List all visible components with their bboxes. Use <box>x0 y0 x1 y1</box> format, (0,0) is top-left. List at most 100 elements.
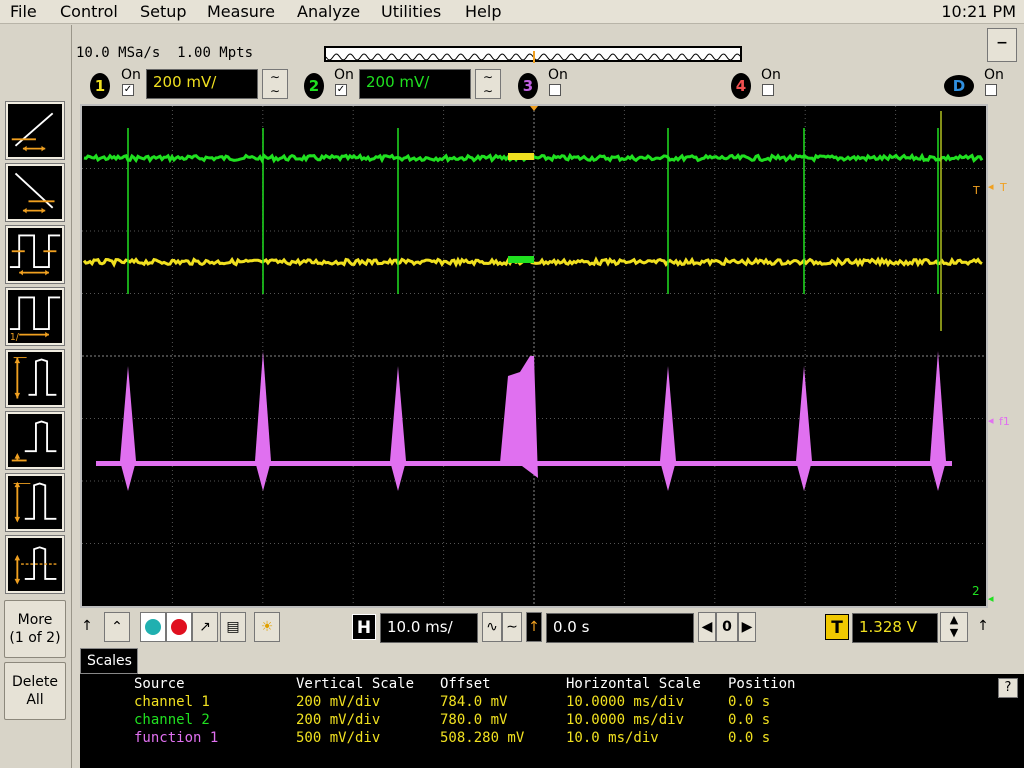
tab-scales[interactable]: Scales <box>80 648 138 674</box>
menu-analyze[interactable]: Analyze <box>297 2 360 21</box>
digital-checkbox[interactable] <box>985 84 997 96</box>
more-label: More <box>17 612 53 628</box>
time-scale-field[interactable]: 10.0 ms/ <box>380 613 478 643</box>
menu-file[interactable]: File <box>10 2 37 21</box>
row3-offset: 508.280 mV <box>440 730 525 746</box>
header-vertical-scale: Vertical Scale <box>296 676 415 692</box>
single-icon[interactable]: ↗ <box>192 612 218 642</box>
delete-sub-label: All <box>26 692 44 708</box>
delete-all-button[interactable]: Delete All <box>4 662 66 720</box>
maximum-button[interactable] <box>5 411 65 470</box>
memory-bar[interactable] <box>324 46 742 63</box>
rise-time-button[interactable] <box>5 101 65 160</box>
row2-offset: 780.0 mV <box>440 712 508 728</box>
digital-channels-badge[interactable]: D <box>944 75 974 97</box>
autoscale-icon[interactable]: ☀ <box>254 612 280 642</box>
row2-hscale: 10.0000 ms/div <box>566 712 685 728</box>
help-button[interactable]: ? <box>998 678 1018 698</box>
function-marker-label: f1 <box>999 415 1010 428</box>
average-button[interactable] <box>5 535 65 594</box>
function-spike <box>660 366 676 491</box>
run-icon[interactable] <box>140 612 166 642</box>
fall-time-button[interactable] <box>5 163 65 222</box>
channel-2-badge[interactable]: 2 <box>304 73 324 99</box>
function-spike <box>796 366 812 491</box>
channel-4-on-label: On <box>761 67 781 83</box>
horizontal-badge[interactable]: H <box>352 614 376 640</box>
channel-3-checkbox[interactable] <box>549 84 561 96</box>
digital-on-label: On <box>984 67 1004 83</box>
stop-icon[interactable] <box>166 612 192 642</box>
peak-to-peak-button[interactable] <box>5 349 65 408</box>
row1-offset: 784.0 mV <box>440 694 508 710</box>
waveform-display[interactable]: T 2 <box>80 104 988 608</box>
period-button[interactable] <box>5 225 65 284</box>
channel-1-on-label: On <box>121 67 141 83</box>
print-icon[interactable]: ▤ <box>220 612 246 642</box>
row1-position: 0.0 s <box>728 694 771 710</box>
vertical-stepper[interactable]: ⌃ <box>104 612 130 642</box>
minimize-button[interactable]: – <box>987 28 1017 62</box>
delay-left-button[interactable]: ◀ <box>698 612 716 642</box>
function-spike <box>390 366 406 491</box>
memory-depth: 1.00 Mpts <box>177 45 254 61</box>
frequency-button[interactable]: 1/ <box>5 287 65 346</box>
scroll-up-icon[interactable]: ↑ <box>80 612 94 642</box>
header-offset: Offset <box>440 676 491 692</box>
minimum-button[interactable] <box>5 473 65 532</box>
scroll-down-icon[interactable]: ↑ <box>976 612 990 642</box>
delete-label: Delete <box>12 674 58 690</box>
maximum-icon <box>11 420 57 462</box>
menu-utilities[interactable]: Utilities <box>381 2 441 21</box>
acquisition-info: 10.0 MSa/s 1.00 Mpts <box>76 45 253 61</box>
timebase-coarse-icon[interactable]: ∼ <box>502 612 522 642</box>
channel-2-scale[interactable]: 200 mV/ <box>359 69 471 99</box>
row1-hscale: 10.0000 ms/div <box>566 694 685 710</box>
timebase-fine-icon[interactable]: ∿ <box>482 612 502 642</box>
row3-hscale: 10.0 ms/div <box>566 730 659 746</box>
channel-1-checkbox[interactable]: ✓ <box>122 84 134 96</box>
more-page: (1 of 2) <box>9 630 61 646</box>
average-icon <box>14 546 59 585</box>
trigger-time-marker <box>530 106 538 111</box>
period-icon <box>9 234 61 276</box>
function-spike <box>930 351 946 491</box>
channel-2-glitch <box>508 153 534 160</box>
delay-right-button[interactable]: ▶ <box>738 612 756 642</box>
channel-2-ground-arrow: ◂ <box>988 592 994 605</box>
minimum-icon <box>13 481 57 523</box>
trigger-level-stepper[interactable]: ▲ ▼ <box>940 612 968 642</box>
channel-2-checkbox[interactable]: ✓ <box>335 84 347 96</box>
trigger-badge[interactable]: T <box>825 614 849 640</box>
channel-3-badge[interactable]: 3 <box>518 73 538 99</box>
delay-reference-icon[interactable]: ↑ <box>526 612 542 642</box>
more-button[interactable]: More (1 of 2) <box>4 600 66 658</box>
header-horizontal-scale: Horizontal Scale <box>566 676 701 692</box>
trigger-level-arrow: ◂ <box>988 180 994 193</box>
menu-control[interactable]: Control <box>60 2 118 21</box>
row2-vscale: 200 mV/div <box>296 712 381 728</box>
channel-4-checkbox[interactable] <box>762 84 774 96</box>
peak-to-peak-icon <box>13 357 57 399</box>
delay-field[interactable]: 0.0 s <box>546 613 694 643</box>
menu-setup[interactable]: Setup <box>140 2 187 21</box>
channel-1-glitch <box>508 256 534 263</box>
row2-source: channel 2 <box>134 712 210 728</box>
channel-1-coupling-button[interactable]: ∼ ∼ <box>262 69 288 99</box>
trigger-level-label: T <box>1000 181 1007 194</box>
channel-2-coupling-button[interactable]: ∼ ∼ <box>475 69 501 99</box>
channel-1-scale[interactable]: 200 mV/ <box>146 69 258 99</box>
delay-zero-button[interactable]: 0 <box>716 612 738 642</box>
menu-measure[interactable]: Measure <box>207 2 275 21</box>
channel-4-badge[interactable]: 4 <box>731 73 751 99</box>
row2-position: 0.0 s <box>728 712 771 728</box>
header-position: Position <box>728 676 796 692</box>
trigger-level-field[interactable]: 1.328 V <box>852 613 938 643</box>
menu-help[interactable]: Help <box>465 2 501 21</box>
row3-position: 0.0 s <box>728 730 771 746</box>
clock: 10:21 PM <box>941 2 1016 21</box>
scales-panel: Source Vertical Scale Offset Horizontal … <box>80 674 1024 768</box>
channel-1-badge[interactable]: 1 <box>90 73 110 99</box>
sample-rate: 10.0 MSa/s <box>76 45 161 61</box>
scope-window: File Control Setup Measure Analyze Utili… <box>0 0 1024 768</box>
